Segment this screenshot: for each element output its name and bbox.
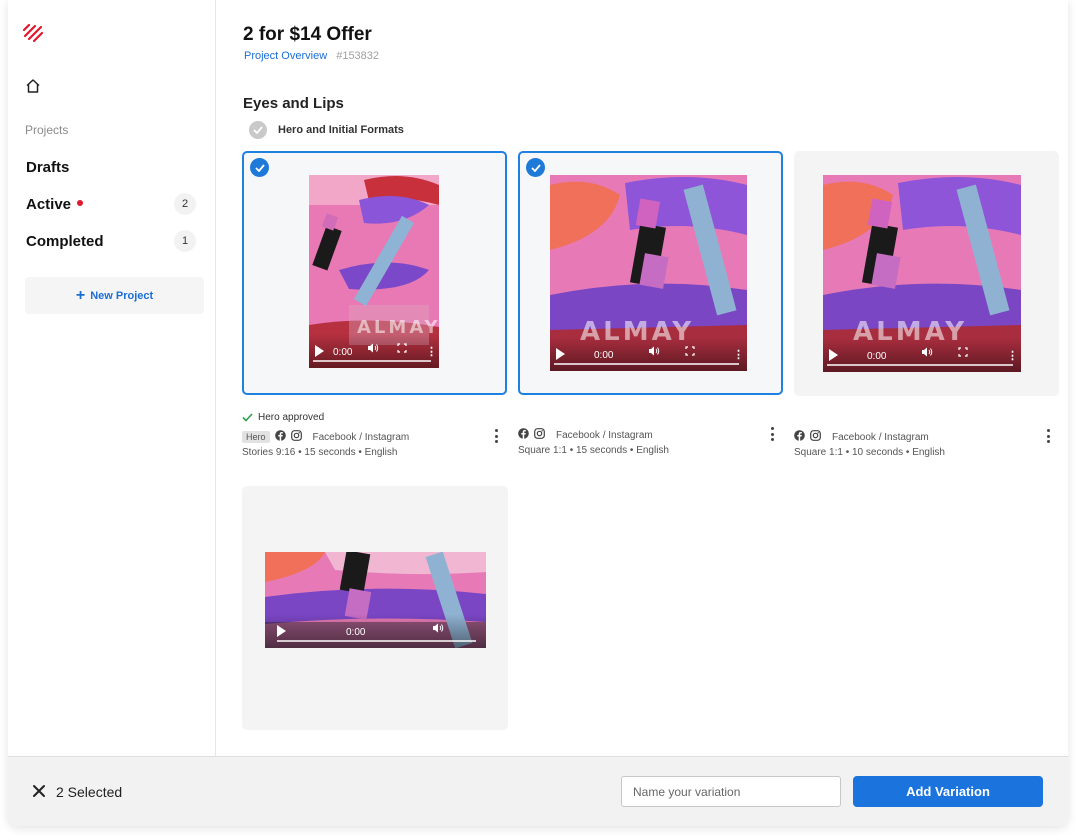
instagram-icon [290, 430, 302, 444]
video-progress-bar[interactable] [277, 640, 476, 642]
video-time: 0:00 [333, 347, 353, 358]
card-2-platform-row: Facebook / Instagram [518, 428, 653, 442]
page-title: 2 for $14 Offer [243, 24, 372, 45]
check-circle-icon[interactable] [249, 121, 267, 139]
play-icon[interactable] [277, 625, 286, 637]
creative-card-2[interactable]: ALMAY 0:00 ⋮ [518, 151, 783, 395]
active-count-badge: 2 [174, 193, 196, 215]
video-player[interactable]: ALMAY 0:00 ⋮ [550, 175, 747, 371]
play-icon[interactable] [556, 348, 565, 360]
facebook-icon [274, 430, 286, 444]
sidebar-item-active[interactable]: Active [26, 196, 84, 213]
facebook-icon [794, 430, 805, 444]
add-variation-button[interactable]: Add Variation [853, 776, 1043, 807]
selected-count: 2 Selected [56, 784, 123, 800]
new-project-label: New Project [90, 289, 154, 302]
breadcrumb: Project Overview #153832 [244, 50, 379, 62]
video-controls: 0:00 ⋮ [550, 337, 747, 371]
projects-label: Projects [25, 123, 69, 137]
video-controls: 0:00 ⋮ [309, 334, 439, 368]
platform-label: Facebook / Instagram [832, 431, 929, 443]
app-window: Projects Drafts Active 2 Completed 1 + N… [8, 0, 1068, 826]
card-3-details: Square 1:1 • 10 seconds • English [794, 447, 945, 458]
home-icon[interactable] [25, 78, 41, 99]
video-time: 0:00 [346, 627, 366, 638]
video-player[interactable]: ALMAY 0:00 ⋮ [309, 175, 439, 368]
card-3-platform-row: Facebook / Instagram [794, 430, 929, 444]
new-project-button[interactable]: + New Project [25, 277, 204, 314]
play-icon[interactable] [315, 345, 324, 357]
fullscreen-icon[interactable] [958, 344, 968, 362]
card-2-more-icon[interactable] [767, 427, 777, 441]
selected-check-icon[interactable] [526, 158, 545, 177]
sidebar-item-label: Completed [26, 233, 104, 250]
video-time: 0:00 [594, 350, 614, 361]
sidebar: Projects Drafts Active 2 Completed 1 + N… [8, 0, 216, 756]
card-1-more-icon[interactable] [491, 429, 501, 443]
sidebar-item-label: Drafts [26, 159, 70, 176]
video-progress-bar[interactable] [554, 363, 739, 365]
creative-card-3[interactable]: ALMAY 0:00 ⋮ [794, 151, 1059, 396]
video-more-icon[interactable]: ⋮ [426, 345, 437, 358]
format-group-row[interactable]: Hero and Initial Formats [249, 121, 404, 139]
video-time: 0:00 [867, 351, 887, 362]
card-1-platform-row: Hero Facebook / Instagram [242, 430, 409, 444]
notification-dot [77, 200, 84, 207]
format-group-label: Hero and Initial Formats [278, 124, 404, 136]
selected-check-icon[interactable] [250, 158, 269, 177]
card-3-more-icon[interactable] [1043, 429, 1053, 443]
approved-label: Hero approved [258, 412, 325, 423]
creative-card-1[interactable]: ALMAY 0:00 ⋮ [242, 151, 507, 395]
facebook-icon [518, 428, 529, 442]
volume-icon[interactable] [432, 620, 444, 638]
hero-tag: Hero [242, 431, 270, 443]
hero-approved-status: Hero approved [242, 412, 324, 423]
volume-icon[interactable] [921, 344, 933, 362]
project-overview-link[interactable]: Project Overview [244, 50, 327, 62]
completed-count-badge: 1 [174, 230, 196, 252]
video-player[interactable]: 0:00 [265, 552, 486, 648]
project-id: #153832 [336, 50, 380, 62]
sidebar-item-completed[interactable]: Completed [26, 233, 104, 250]
card-1-details: Stories 9:16 • 15 seconds • English [242, 447, 398, 458]
fullscreen-icon[interactable] [685, 343, 695, 361]
card-2-details: Square 1:1 • 15 seconds • English [518, 445, 669, 456]
video-more-icon[interactable]: ⋮ [1007, 349, 1018, 362]
video-progress-bar[interactable] [313, 360, 431, 362]
platform-label: Facebook / Instagram [312, 431, 410, 443]
creative-card-4[interactable]: 0:00 [242, 486, 508, 730]
video-more-icon[interactable]: ⋮ [733, 348, 744, 361]
video-progress-bar[interactable] [827, 364, 1013, 366]
section-title: Eyes and Lips [243, 95, 344, 112]
fullscreen-icon[interactable] [397, 340, 407, 358]
volume-icon[interactable] [648, 343, 660, 361]
close-icon[interactable] [32, 784, 46, 803]
play-icon[interactable] [829, 349, 838, 361]
instagram-icon [810, 430, 821, 444]
plus-icon: + [75, 286, 86, 304]
sidebar-item-drafts[interactable]: Drafts [26, 159, 69, 176]
video-controls: 0:00 [265, 614, 486, 648]
instagram-icon [534, 428, 545, 442]
sidebar-item-label: Active [26, 196, 72, 213]
variation-name-input[interactable] [621, 776, 841, 807]
brand-logo[interactable] [22, 23, 44, 49]
video-player[interactable]: ALMAY 0:00 ⋮ [823, 175, 1021, 372]
selection-action-bar: 2 Selected Add Variation [8, 756, 1068, 826]
platform-label: Facebook / Instagram [556, 429, 653, 441]
video-controls: 0:00 ⋮ [823, 338, 1021, 372]
volume-icon[interactable] [367, 340, 379, 358]
checkmark-icon [242, 413, 253, 422]
